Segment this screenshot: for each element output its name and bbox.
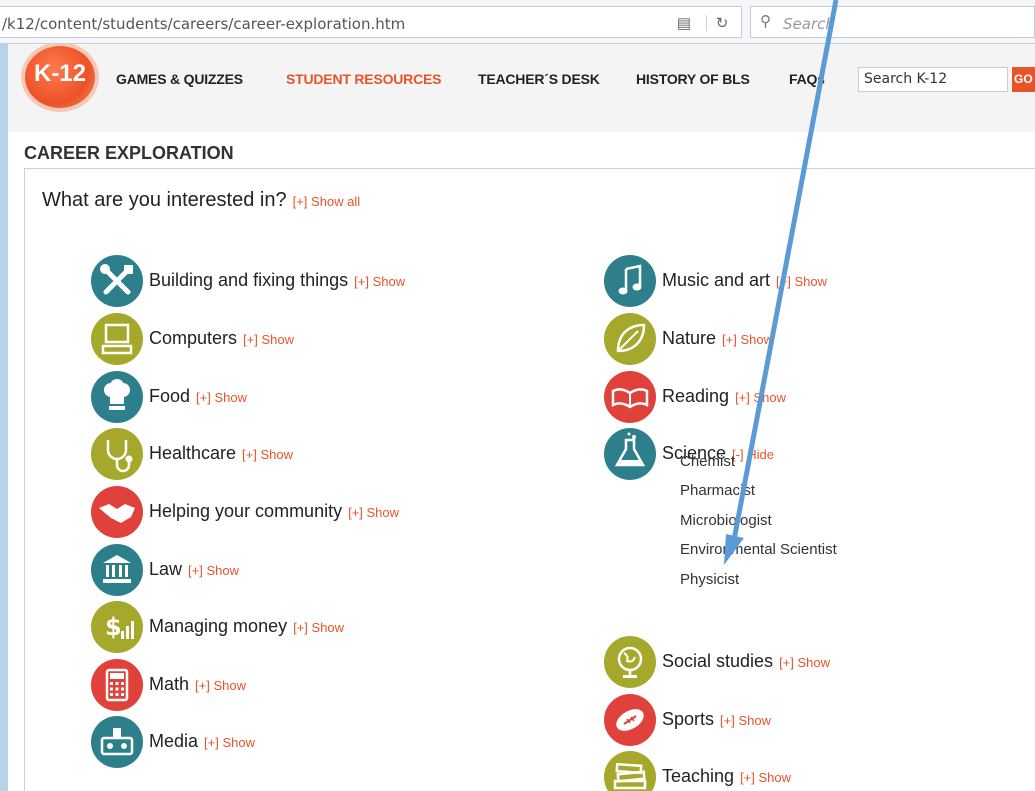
section-title: CAREER EXPLORATION xyxy=(24,143,234,163)
url-divider xyxy=(706,15,707,31)
computer-icon xyxy=(91,313,143,365)
globe-icon xyxy=(604,636,656,688)
category-label: Building and fixing things [+] Show xyxy=(149,270,406,290)
category-label: Teaching [+] Show xyxy=(662,766,792,786)
category-label: Music and art [+] Show xyxy=(662,270,827,290)
address-bar[interactable]: /k12/content/students/careers/career-exp… xyxy=(0,6,742,38)
category-label: Nature [+] Show xyxy=(662,328,773,348)
handshake-icon xyxy=(91,486,143,538)
nav-games-quizzes[interactable]: GAMES & QUIZZES xyxy=(116,71,243,87)
show-toggle[interactable]: [+] Show xyxy=(735,390,786,405)
web-page: K-12 GAMES & QUIZZES STUDENT RESOURCES T… xyxy=(8,44,1035,791)
category-label: Managing money [+] Show xyxy=(149,616,345,636)
reload-icon[interactable]: ↻ xyxy=(708,14,736,34)
category-label: Reading [+] Show xyxy=(662,386,787,406)
money-icon: $ xyxy=(91,601,143,653)
music-note-icon xyxy=(604,255,656,307)
svg-text:$: $ xyxy=(105,613,122,641)
leaf-icon xyxy=(604,313,656,365)
nav-faqs[interactable]: FAQs xyxy=(789,71,825,87)
media-icon xyxy=(91,716,143,768)
show-toggle[interactable]: [+] Show xyxy=(204,735,255,750)
show-toggle[interactable]: [+] Show xyxy=(196,390,247,405)
k12-logo[interactable]: K-12 xyxy=(25,46,95,108)
go-button[interactable]: GO xyxy=(1012,67,1035,92)
category-label: Healthcare [+] Show xyxy=(149,443,293,463)
category-label: Food [+] Show xyxy=(149,386,247,406)
category-label: Computers [+] Show xyxy=(149,328,294,348)
show-toggle[interactable]: [+] Show xyxy=(722,332,773,347)
question-text: What are you interested in? xyxy=(42,189,287,211)
calculator-icon xyxy=(91,659,143,711)
career-link-chemist[interactable]: Chemist xyxy=(680,453,735,470)
category-label: Sports [+] Show xyxy=(662,709,771,729)
career-link-microbiologist[interactable]: Microbiologist xyxy=(680,512,772,529)
show-toggle[interactable]: [+] Show xyxy=(354,274,405,289)
stethoscope-icon xyxy=(91,428,143,480)
book-icon xyxy=(604,371,656,423)
browser-toolbar: /k12/content/students/careers/career-exp… xyxy=(0,0,1035,44)
career-link-environmental-scientist[interactable]: Environmental Scientist xyxy=(680,541,837,558)
flask-icon xyxy=(604,428,656,480)
search-icon: ⚲ xyxy=(760,13,771,30)
nav-teachers-desk[interactable]: TEACHER´S DESK xyxy=(478,71,600,87)
tools-icon xyxy=(91,255,143,307)
interests-panel: What are you interested in? [+] Show all … xyxy=(24,168,1035,791)
show-toggle[interactable]: [+] Show xyxy=(779,655,830,670)
football-icon xyxy=(604,694,656,746)
show-toggle[interactable]: [+] Show xyxy=(243,332,294,347)
logo-text: K-12 xyxy=(33,60,87,87)
reader-view-icon[interactable]: ▤ xyxy=(670,14,698,34)
question-heading: What are you interested in? [+] Show all xyxy=(42,189,360,212)
show-toggle[interactable]: [+] Show xyxy=(242,447,293,462)
chef-hat-icon xyxy=(91,371,143,423)
url-text: /k12/content/students/careers/career-exp… xyxy=(2,15,406,33)
show-toggle[interactable]: [+] Show xyxy=(348,505,399,520)
show-toggle[interactable]: [+] Show xyxy=(293,620,344,635)
browser-search-box[interactable]: ⚲ Search xyxy=(750,6,1035,38)
show-toggle[interactable]: [+] Show xyxy=(720,713,771,728)
show-toggle[interactable]: [+] Show xyxy=(188,563,239,578)
courthouse-icon xyxy=(91,544,143,596)
show-toggle[interactable]: [+] Show xyxy=(740,770,791,785)
career-link-pharmacist[interactable]: Pharmacist xyxy=(680,482,755,499)
category-label: Math [+] Show xyxy=(149,674,246,694)
browser-search-placeholder: Search xyxy=(783,15,835,33)
category-label: Media [+] Show xyxy=(149,731,255,751)
category-label: Helping your community [+] Show xyxy=(149,501,400,521)
hide-toggle[interactable]: [-] Hide xyxy=(732,447,774,462)
show-all-link[interactable]: [+] Show all xyxy=(293,194,361,209)
site-header: K-12 GAMES & QUIZZES STUDENT RESOURCES T… xyxy=(8,44,1035,132)
nav-history-of-bls[interactable]: HISTORY OF BLS xyxy=(636,71,750,87)
category-label: Social studies [+] Show xyxy=(662,651,831,671)
nav-student-resources[interactable]: STUDENT RESOURCES xyxy=(286,71,441,87)
books-icon xyxy=(604,751,656,791)
site-search-input[interactable]: Search K-12 xyxy=(858,67,1008,92)
career-link-physicist[interactable]: Physicist xyxy=(680,571,739,588)
show-toggle[interactable]: [+] Show xyxy=(195,678,246,693)
category-label: Law [+] Show xyxy=(149,559,239,579)
show-toggle[interactable]: [+] Show xyxy=(776,274,827,289)
